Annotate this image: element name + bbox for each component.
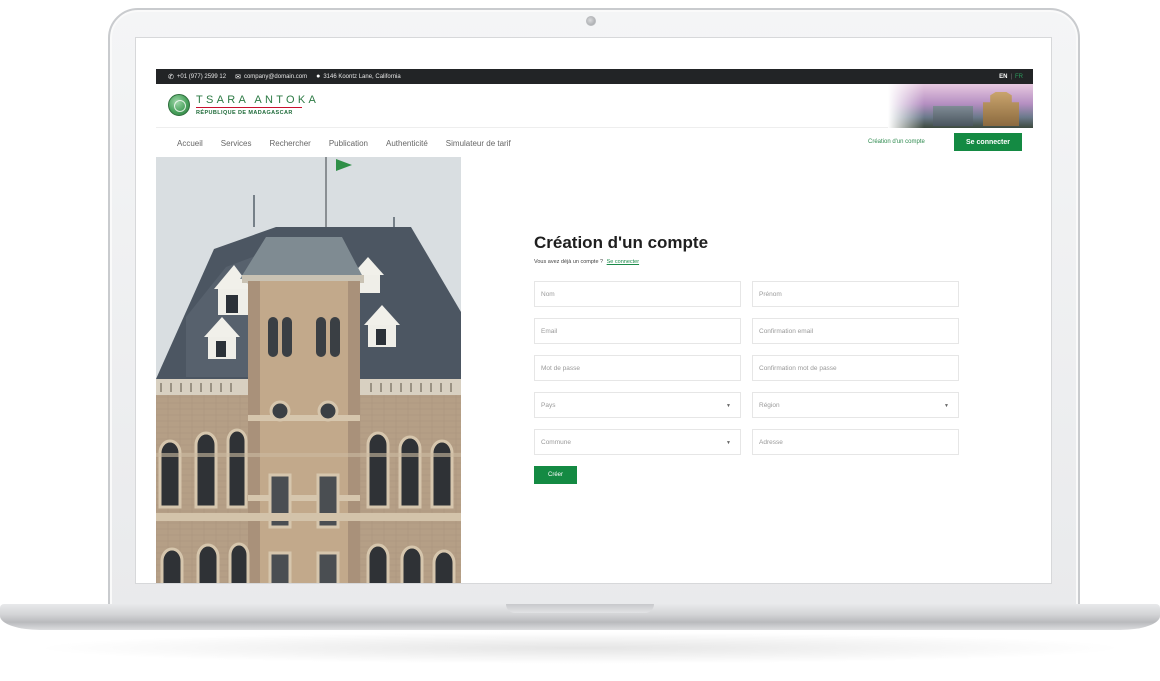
webcam bbox=[586, 16, 596, 26]
building-illustration bbox=[156, 157, 461, 583]
nav-item-services[interactable]: Services bbox=[221, 139, 252, 148]
email-input[interactable]: Email bbox=[534, 318, 741, 344]
password-placeholder: Mot de passe bbox=[541, 364, 581, 372]
region-select[interactable]: Région ▼ bbox=[752, 392, 959, 418]
nav-item-rechercher[interactable]: Rechercher bbox=[269, 139, 310, 148]
nav-links: Accueil Services Rechercher Publication … bbox=[177, 129, 529, 157]
login-button[interactable]: Se connecter bbox=[954, 133, 1022, 151]
password-input[interactable]: Mot de passe bbox=[534, 355, 741, 381]
nav-item-accueil[interactable]: Accueil bbox=[177, 139, 203, 148]
region-placeholder: Région bbox=[759, 401, 780, 409]
pays-select[interactable]: Pays ▼ bbox=[534, 392, 741, 418]
create-button[interactable]: Créer bbox=[534, 466, 577, 484]
phone-icon: ✆ bbox=[168, 73, 174, 81]
main-nav: Accueil Services Rechercher Publication … bbox=[156, 129, 1033, 157]
address-contact: ● 3146 Koontz Lane, California bbox=[316, 73, 401, 80]
email-confirm-placeholder: Confirmation email bbox=[759, 327, 814, 335]
registration-section: Création d'un compte Vous avez déjà un c… bbox=[461, 157, 1033, 583]
lang-en[interactable]: EN bbox=[999, 74, 1007, 80]
nav-item-simulateur[interactable]: Simulateur de tarif bbox=[446, 139, 511, 148]
nom-placeholder: Nom bbox=[541, 290, 555, 298]
nav-item-authenticite[interactable]: Authenticité bbox=[386, 139, 428, 148]
logo-emblem[interactable] bbox=[168, 94, 190, 116]
email-confirm-input[interactable]: Confirmation email bbox=[752, 318, 959, 344]
nav-item-publication[interactable]: Publication bbox=[329, 139, 368, 148]
website: ✆ +01 (977) 2599 12 ✉ company@domain.com… bbox=[156, 69, 1033, 583]
site-header: TSARA ANTOKA RÉPUBLIQUE DE MADAGASCAR bbox=[156, 84, 1033, 128]
building-photo bbox=[156, 157, 461, 583]
adresse-input[interactable]: Adresse bbox=[752, 429, 959, 455]
banner-building-right bbox=[983, 92, 1019, 126]
email-placeholder: Email bbox=[541, 327, 558, 335]
commune-placeholder: Commune bbox=[541, 438, 571, 446]
brand-subtitle: RÉPUBLIQUE DE MADAGASCAR bbox=[196, 110, 293, 116]
nom-input[interactable]: Nom bbox=[534, 281, 741, 307]
postal-address: 3146 Koontz Lane, California bbox=[323, 73, 401, 80]
password-confirm-input[interactable]: Confirmation mot de passe bbox=[752, 355, 959, 381]
lang-fr[interactable]: FR bbox=[1015, 74, 1023, 80]
form-title: Création d'un compte bbox=[534, 233, 709, 252]
top-info-bar: ✆ +01 (977) 2599 12 ✉ company@domain.com… bbox=[156, 69, 1033, 84]
prenom-placeholder: Prénom bbox=[759, 290, 782, 298]
screen: ✆ +01 (977) 2599 12 ✉ company@domain.com… bbox=[135, 37, 1052, 584]
email-contact[interactable]: ✉ company@domain.com bbox=[235, 73, 307, 81]
adresse-placeholder: Adresse bbox=[759, 438, 783, 446]
phone-number: +01 (977) 2599 12 bbox=[176, 73, 227, 80]
brand-underline bbox=[196, 107, 302, 108]
envelope-icon: ✉ bbox=[235, 73, 241, 81]
create-account-link[interactable]: Création d'un compte bbox=[868, 139, 925, 145]
chevron-down-icon: ▼ bbox=[944, 403, 949, 409]
form-subtitle: Vous avez déjà un compte ? Se connecter bbox=[534, 259, 639, 265]
login-link[interactable]: Se connecter bbox=[607, 259, 639, 265]
language-switcher: EN | FR bbox=[999, 69, 1023, 84]
pays-placeholder: Pays bbox=[541, 401, 556, 409]
header-banner-image bbox=[888, 84, 1033, 128]
form-subtitle-text: Vous avez déjà un compte ? bbox=[534, 259, 604, 265]
map-pin-icon: ● bbox=[316, 73, 321, 80]
prenom-input[interactable]: Prénom bbox=[752, 281, 959, 307]
phone-contact[interactable]: ✆ +01 (977) 2599 12 bbox=[168, 73, 226, 81]
commune-select[interactable]: Commune ▼ bbox=[534, 429, 741, 455]
brand-name[interactable]: TSARA ANTOKA bbox=[196, 94, 319, 106]
email-address: company@domain.com bbox=[243, 73, 308, 80]
lang-separator: | bbox=[1010, 73, 1012, 80]
chevron-down-icon: ▼ bbox=[726, 440, 731, 446]
password-confirm-placeholder: Confirmation mot de passe bbox=[759, 364, 837, 372]
laptop-notch bbox=[506, 604, 654, 613]
banner-building-left bbox=[933, 106, 973, 126]
laptop-shadow bbox=[30, 632, 1130, 664]
chevron-down-icon: ▼ bbox=[726, 403, 731, 409]
